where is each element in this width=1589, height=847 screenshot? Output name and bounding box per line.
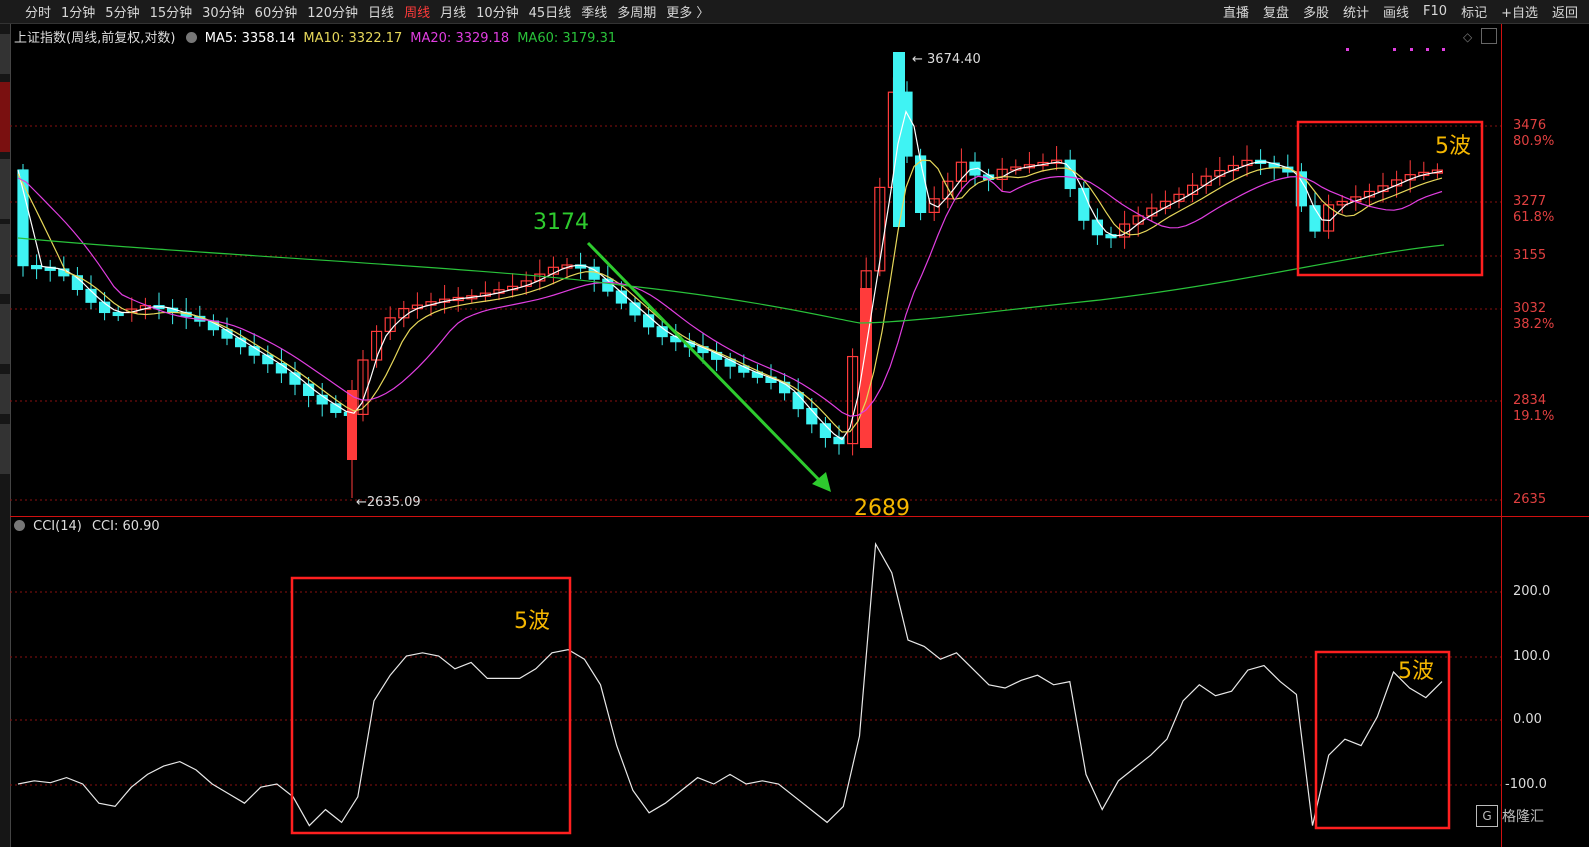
trough-annotation: 2689 bbox=[854, 496, 910, 521]
wave-label: 5波 bbox=[514, 609, 550, 634]
ma20-line bbox=[17, 175, 1443, 417]
peak-annotation: 3174 bbox=[533, 210, 589, 235]
marker-dot bbox=[1410, 48, 1413, 51]
ma60-line bbox=[17, 237, 1445, 324]
marker-dot bbox=[1442, 48, 1445, 51]
marker-dot bbox=[1426, 48, 1429, 51]
brand-logo: G 格隆汇 bbox=[1476, 805, 1544, 827]
high-price-label: ← 3674.40 bbox=[912, 52, 981, 67]
wave-label: 5波 bbox=[1435, 134, 1471, 159]
candle-body bbox=[860, 288, 872, 448]
candle-body bbox=[31, 265, 43, 270]
brand-name: 格隆汇 bbox=[1502, 809, 1544, 825]
ma10-line bbox=[17, 159, 1443, 433]
trend-arrow-line bbox=[586, 241, 826, 487]
low-price-label: ←2635.09 bbox=[356, 495, 421, 510]
brand-icon: G bbox=[1476, 805, 1498, 827]
marker-dot bbox=[1346, 48, 1349, 51]
marker-dot bbox=[1393, 48, 1396, 51]
candle-body bbox=[1091, 219, 1104, 236]
wave-label: 5波 bbox=[1398, 659, 1434, 684]
kline-chart[interactable]: ← 3674.40 ←2635.09 3174 2689 5波 5波 5波 bbox=[0, 0, 1589, 847]
cci-line bbox=[17, 542, 1443, 827]
